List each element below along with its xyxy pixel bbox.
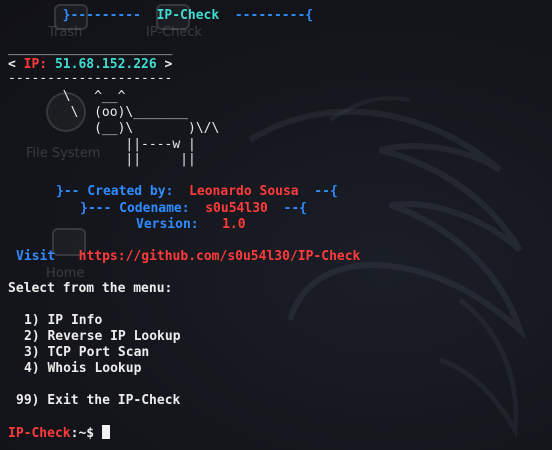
menu-item-exit: 99) Exit the IP-Check	[16, 393, 181, 408]
ip-box-top-rule: _____________________	[8, 41, 173, 56]
banner-right-brace: ---------{	[234, 8, 314, 23]
version-value: 1.0	[222, 217, 246, 232]
codename-prefix: }--- Codename:	[80, 201, 190, 216]
banner-title: IP-Check	[156, 8, 220, 23]
home-desktop-label: Home	[46, 266, 85, 281]
menu-item-ip-info: 1) IP Info	[24, 313, 103, 328]
prompt-line[interactable]: IP-Check:~$	[8, 425, 110, 441]
menu-item-whois: 4) Whois Lookup	[24, 361, 142, 376]
menu-heading: Select from the menu:	[8, 281, 173, 296]
prompt-name: IP-Check	[8, 426, 71, 441]
terminal-window[interactable]: Trash IP-Check File System Home }-------…	[0, 0, 552, 450]
cow-art-line-4: ||----w |	[8, 137, 196, 152]
ip-label: IP:	[23, 57, 48, 72]
cow-art-line-5: || ||	[8, 152, 196, 167]
banner-line: }--------- IP-Check ---------{	[0, 8, 314, 24]
cow-art-line-2: \ (oo)\_______	[8, 105, 189, 120]
codename-suffix: --{	[283, 201, 307, 216]
visit-label: Visit	[16, 249, 56, 264]
ip-box-open: <	[8, 57, 24, 72]
ipcheck-desktop-label: IP-Check	[146, 25, 203, 40]
ip-value: 51.68.152.226	[54, 57, 157, 72]
version-label: Version:	[136, 217, 199, 232]
created-name: Leonardo Sousa	[189, 184, 299, 199]
menu-item-reverse-ip: 2) Reverse IP Lookup	[24, 329, 181, 344]
banner-left-brace: }---------	[62, 8, 141, 23]
created-suffix: --{	[314, 184, 338, 199]
menu-item-tcp-scan: 3) TCP Port Scan	[24, 345, 150, 360]
created-by-line: }-- Created by: Leonardo Sousa --{	[56, 184, 338, 200]
codename-value: s0u54l30	[205, 201, 268, 216]
terminal-cursor	[101, 425, 110, 439]
ip-box-bottom-rule: ---------------------	[8, 71, 173, 86]
codename-line: }--- Codename: s0u54l30 --{	[80, 201, 307, 217]
visit-line: Visit https://github.com/s0u54l30/IP-Che…	[16, 249, 360, 265]
created-prefix: }-- Created by:	[56, 184, 174, 199]
prompt-suffix: :~$	[70, 426, 95, 441]
version-line: Version: 1.0	[136, 217, 246, 233]
ip-box-close: >	[156, 57, 173, 72]
cow-art-line-1: \ ^__^	[8, 89, 126, 104]
trash-desktop-label: Trash	[48, 25, 83, 40]
visit-url[interactable]: https://github.com/s0u54l30/IP-Check	[79, 249, 361, 264]
cow-art-line-3: (__)\ )\/\	[8, 121, 220, 136]
